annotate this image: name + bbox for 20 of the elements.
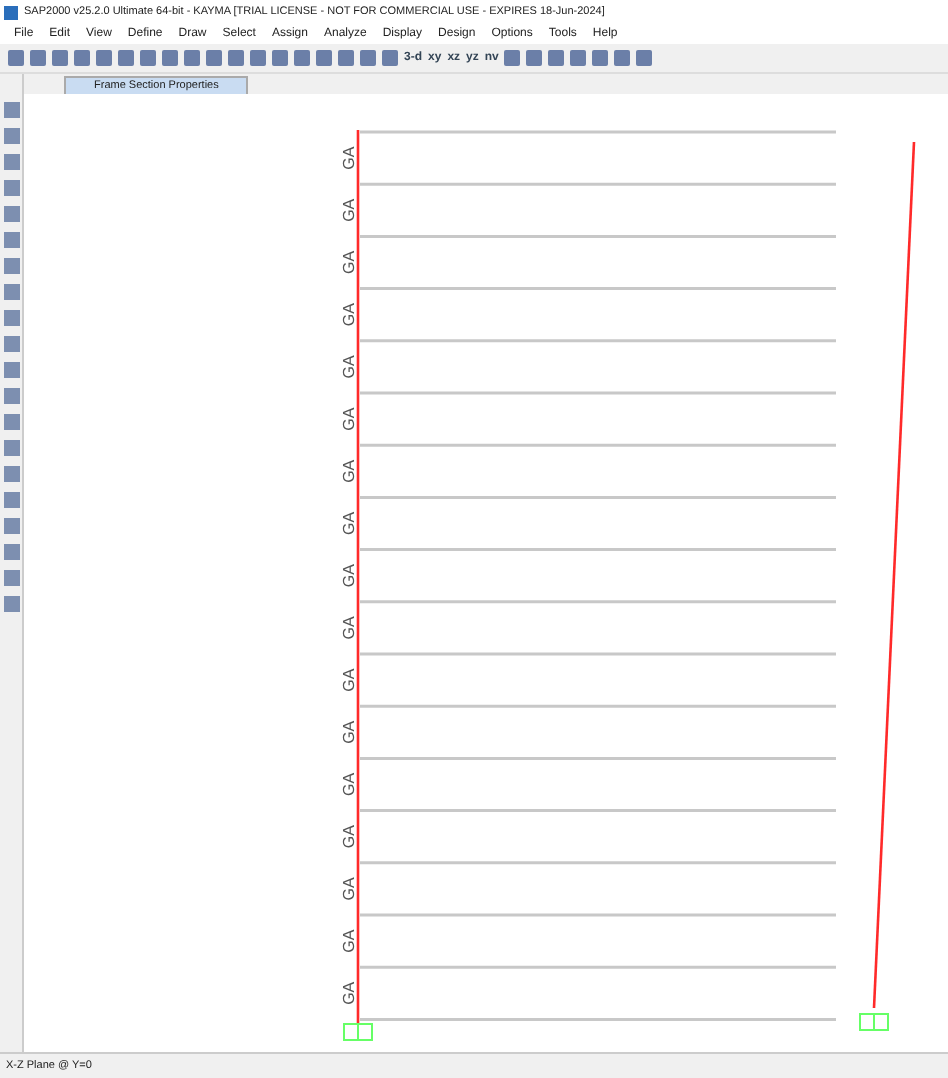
frame-label: GA <box>340 564 358 588</box>
frame-label: GA <box>340 929 358 953</box>
frame-label: GA <box>340 981 358 1005</box>
frame-label: GA <box>340 616 358 640</box>
frame-label: GA <box>340 825 358 849</box>
support-icon <box>343 1023 373 1041</box>
frame-label: GA <box>340 407 358 431</box>
frame-label: GA <box>340 772 358 797</box>
frame-label: GA <box>340 146 358 170</box>
app-logo-icon <box>4 5 18 19</box>
frame-label: GA <box>340 877 358 901</box>
support-icon <box>859 1013 889 1031</box>
frame-label: GA <box>340 668 358 692</box>
frame-label: GA <box>340 250 358 275</box>
frame-label: GA <box>340 459 358 483</box>
frame-label: GA <box>340 720 358 744</box>
frame-label: GA <box>340 355 358 379</box>
frame-label: GA <box>340 511 358 536</box>
frame-label: GA <box>340 303 358 327</box>
frame-label: GA <box>340 198 358 222</box>
